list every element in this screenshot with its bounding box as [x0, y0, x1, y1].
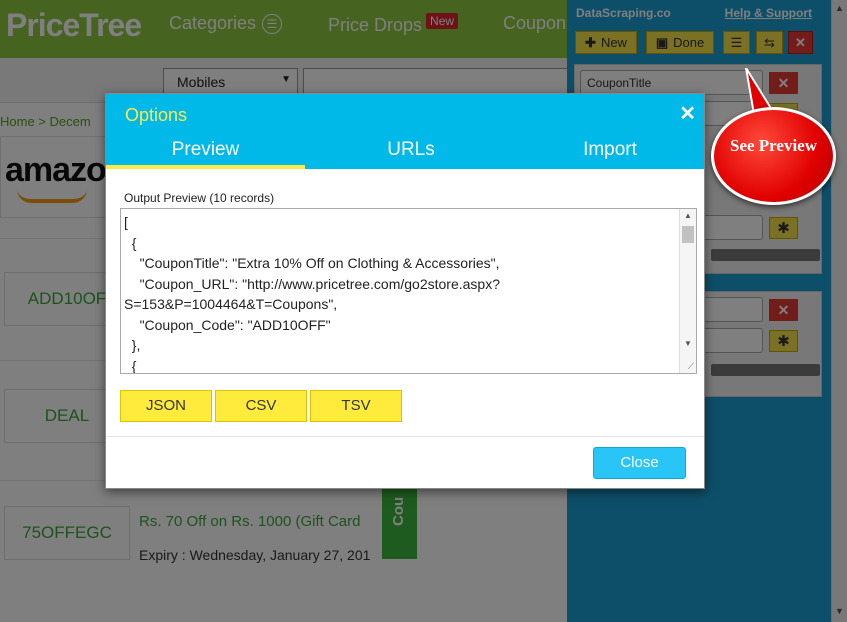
scroll-thumb[interactable] [682, 226, 694, 243]
output-preview-textarea[interactable]: [ { "CouponTitle": "Extra 10% Off on Clo… [120, 208, 697, 374]
see-preview-callout: See Preview [711, 107, 836, 205]
modal-divider [106, 436, 704, 437]
modal-title: Options [125, 105, 188, 125]
resize-grip-icon[interactable]: ⟋ [688, 361, 694, 372]
csv-button[interactable]: CSV [215, 390, 307, 422]
tab-urls[interactable]: URLs [311, 135, 511, 169]
output-preview-label: Output Preview (10 records) [124, 191, 275, 205]
callout-text: See Preview [729, 136, 817, 155]
output-preview-text: [ { "CouponTitle": "Extra 10% Off on Clo… [124, 214, 500, 374]
tab-preview[interactable]: Preview [106, 135, 305, 169]
close-button[interactable]: Close [593, 447, 686, 479]
json-button[interactable]: JSON [120, 390, 212, 422]
options-modal: Options ✕ Preview URLs Import Output Pre… [105, 93, 705, 489]
modal-header: Options ✕ Preview URLs Import [106, 94, 704, 169]
close-icon[interactable]: ✕ [679, 101, 696, 126]
scroll-up-icon[interactable]: ▲ [684, 211, 692, 220]
tsv-button[interactable]: TSV [310, 390, 402, 422]
scroll-down-icon[interactable]: ▼ [684, 339, 692, 348]
preview-scrollbar[interactable]: ▲ ▼ [679, 209, 696, 373]
tab-import[interactable]: Import [511, 135, 704, 169]
